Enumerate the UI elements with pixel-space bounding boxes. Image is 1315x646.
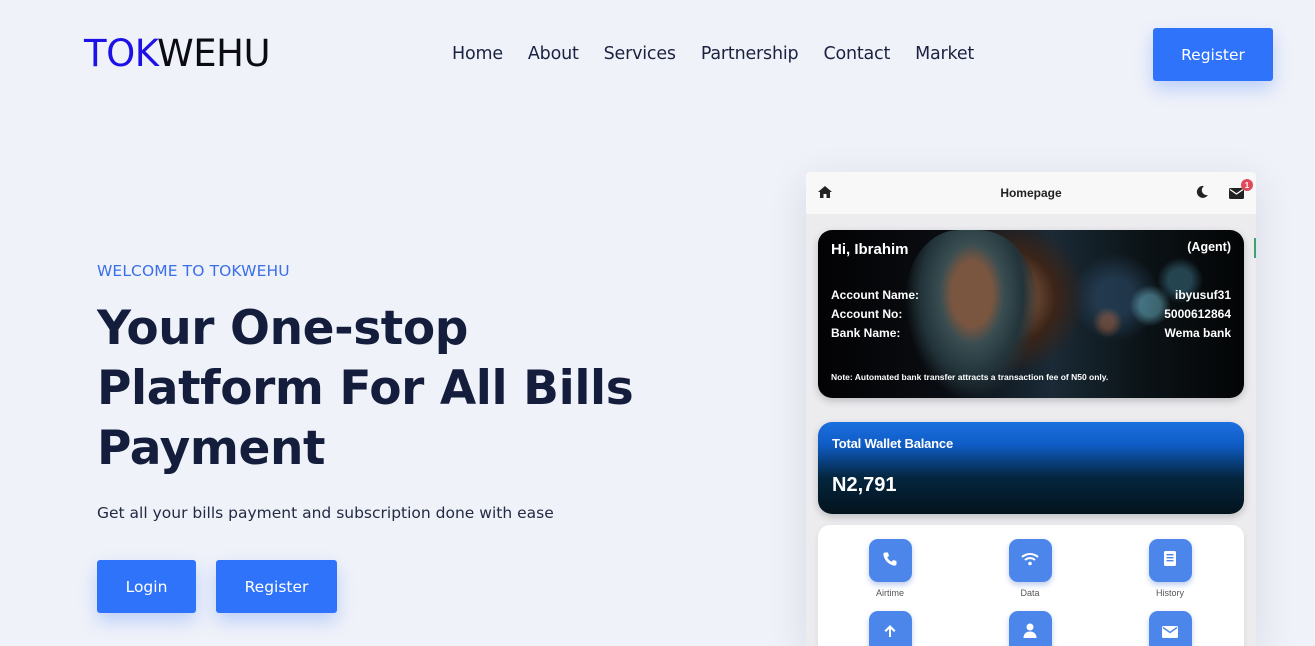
- logo-part-2: WEHU: [157, 32, 271, 75]
- account-no-label: Account No:: [831, 307, 903, 321]
- service-profile[interactable]: [980, 611, 1080, 646]
- service-data[interactable]: Data: [980, 539, 1080, 598]
- nav-services[interactable]: Services: [604, 42, 676, 66]
- service-label: Airtime: [875, 588, 904, 598]
- wallet-label: Total Wallet Balance: [832, 436, 953, 451]
- upload-icon: [883, 623, 897, 642]
- document-icon: [1164, 551, 1176, 570]
- account-name-value: ibyusuf31: [1174, 288, 1231, 302]
- greeting: Hi, Ibrahim: [831, 241, 909, 258]
- header-register-button[interactable]: Register: [1153, 28, 1273, 81]
- user-icon: [1023, 623, 1037, 642]
- notification-badge: 1: [1241, 179, 1253, 191]
- service-label: Data: [1020, 588, 1040, 598]
- transfer-fee-note: Note: Automated bank transfer attracts a…: [831, 372, 1109, 382]
- bank-name-label: Bank Name:: [831, 326, 901, 340]
- service-messages[interactable]: [1120, 611, 1220, 646]
- service-label: History: [1155, 588, 1184, 598]
- services-grid: Airtime Data History: [818, 525, 1244, 646]
- main-nav: Home About Services Partnership Contact …: [452, 42, 974, 66]
- hero-register-button[interactable]: Register: [216, 560, 337, 613]
- bank-name-value: Wema bank: [1164, 326, 1231, 340]
- hero-headline: Your One-stop Platform For All Bills Pay…: [97, 301, 634, 476]
- service-upload[interactable]: [840, 611, 940, 646]
- wallet-balance: N2,791: [832, 474, 897, 496]
- brand-logo[interactable]: TOKWEHU: [84, 32, 271, 76]
- nav-contact[interactable]: Contact: [823, 42, 890, 66]
- nav-home[interactable]: Home: [452, 42, 503, 66]
- logo-part-1: TOK: [84, 32, 158, 75]
- nav-about[interactable]: About: [528, 42, 579, 66]
- app-page-title: Homepage: [1000, 186, 1062, 200]
- account-no-value: 5000612864: [1164, 307, 1231, 321]
- hero-subtitle: Get all your bills payment and subscript…: [97, 504, 554, 522]
- app-screenshot: Homepage 1 Hi, Ibrahim (Agent) Account N…: [806, 172, 1256, 646]
- hero-eyebrow: WELCOME TO TOKWEHU: [97, 262, 290, 280]
- account-card: Hi, Ibrahim (Agent) Account Name: ibyusu…: [818, 230, 1244, 398]
- app-topbar: Homepage 1: [806, 172, 1256, 214]
- service-history[interactable]: History: [1120, 539, 1220, 598]
- service-airtime[interactable]: Airtime: [840, 539, 940, 598]
- wifi-icon: [1021, 551, 1039, 570]
- wallet-card: Total Wallet Balance N2,791: [818, 422, 1244, 514]
- phone-icon: [882, 551, 898, 571]
- login-button[interactable]: Login: [97, 560, 196, 613]
- account-name-label: Account Name:: [831, 288, 920, 302]
- envelope-icon: [1162, 623, 1178, 642]
- scroll-indicator: [1254, 238, 1256, 258]
- nav-partnership[interactable]: Partnership: [701, 42, 799, 66]
- user-role: (Agent): [1187, 240, 1231, 254]
- nav-market[interactable]: Market: [915, 42, 974, 66]
